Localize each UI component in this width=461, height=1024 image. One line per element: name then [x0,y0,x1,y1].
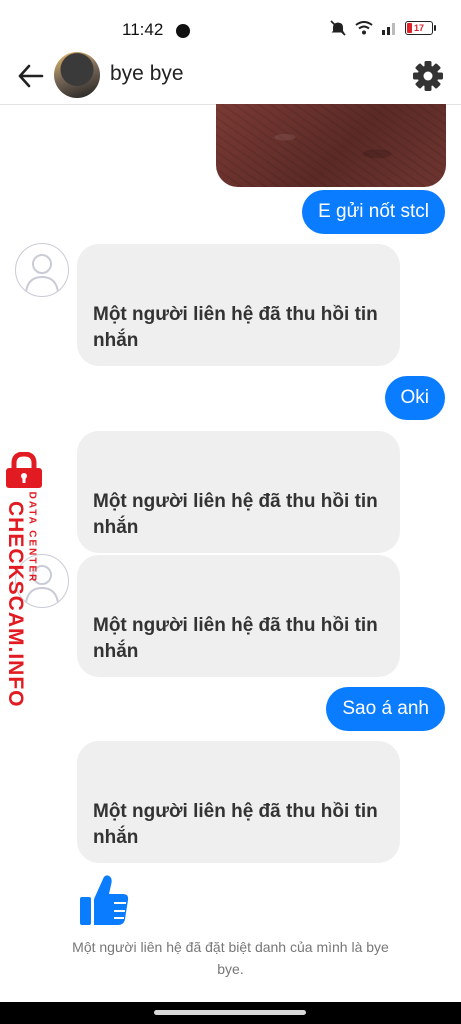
recalled-message[interactable]: Một người liên hệ đã thu hồi tin nhắn [77,741,400,863]
recalled-message-text: Một người liên hệ đã thu hồi tin nhắn [93,304,378,351]
thumbs-up-icon[interactable] [78,873,130,927]
system-note: Một người liên hệ đã đặt biệt danh của m… [72,939,389,977]
battery-level: 17 [413,23,424,33]
signal-icon [382,23,395,35]
recalled-message-text: Một người liên hệ đã thu hồi tin nhắn [93,491,378,538]
mute-icon [330,20,346,36]
sent-message[interactable]: Sao á anh [326,687,445,731]
recalled-message[interactable]: Một người liên hệ đã thu hồi tin nhắn [77,555,400,677]
status-icons: 17 [329,20,436,36]
home-gesture-bar[interactable] [154,1010,306,1015]
contact-name[interactable]: bye bye [110,62,184,86]
gear-icon[interactable] [412,60,444,92]
recalled-message-text: Một người liên hệ đã thu hồi tin nhắn [93,615,378,662]
wifi-icon [355,21,373,35]
watermark-subtitle: DATA CENTER [26,491,38,584]
sent-message[interactable]: Oki [384,376,445,420]
chat-header: bye bye [0,50,461,105]
recalled-message[interactable]: Một người liên hệ đã thu hồi tin nhắn [77,431,400,553]
sent-message[interactable]: E gửi nốt stcl [302,190,445,234]
status-time: 11:42 [122,20,164,39]
photo-message[interactable] [216,104,446,187]
messenger-notification-icon [176,24,190,38]
recalled-message-text: Một người liên hệ đã thu hồi tin nhắn [93,801,378,848]
default-avatar-icon [25,254,59,293]
contact-avatar[interactable] [54,52,100,98]
back-arrow-icon[interactable] [16,62,46,90]
contact-avatar-small[interactable] [15,243,69,297]
lock-icon [6,452,42,488]
watermark-text: CHECKSCAM.INFO [4,501,27,708]
recalled-message[interactable]: Một người liên hệ đã thu hồi tin nhắn [77,244,400,366]
battery-icon: 17 [405,21,436,35]
